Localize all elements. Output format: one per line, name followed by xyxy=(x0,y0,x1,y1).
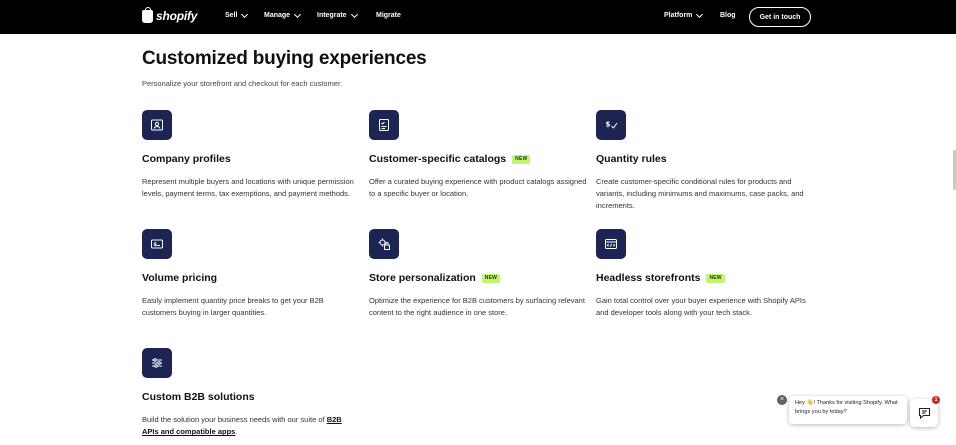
nav-item-label: Integrate xyxy=(317,12,347,19)
code-window-icon xyxy=(596,229,626,259)
feature-description: Easily implement quantity price breaks t… xyxy=(142,296,324,318)
description-text: Build the solution your business needs w… xyxy=(142,415,327,424)
nav-item-manage[interactable]: Manage xyxy=(264,10,302,19)
feature-headless-storefronts: Headless storefronts NEW Gain total cont… xyxy=(596,229,821,317)
new-badge: NEW xyxy=(512,154,531,164)
nav-item-migrate[interactable]: Migrate xyxy=(376,12,401,19)
page-subtitle: Personalize your storefront and checkout… xyxy=(142,79,343,88)
dollar-check-icon: $ xyxy=(596,110,626,140)
chat-icon xyxy=(918,407,930,419)
catalog-icon xyxy=(369,110,399,140)
feature-title-row: Quantity rules xyxy=(596,153,667,165)
feature-quantity-rules: $ Quantity rules Create customer-specifi… xyxy=(596,110,821,210)
chat-prompt-message: Hey 👋! Thanks for visiting Shopify. What… xyxy=(795,400,898,415)
logo-wordmark: shopify xyxy=(156,9,198,23)
feature-title-row: Customer-specific catalogs NEW xyxy=(369,153,531,165)
feature-title: Store personalization xyxy=(369,272,476,284)
feature-title-row: Volume pricing xyxy=(142,272,217,284)
nav-item-label: Manage xyxy=(264,12,291,19)
nav-item-label: Sell xyxy=(225,12,238,19)
feature-title: Company profiles xyxy=(142,153,231,165)
chat-prompt-bubble[interactable]: Hey 👋! Thanks for visiting Shopify. What… xyxy=(789,396,907,424)
svg-text:$: $ xyxy=(153,242,157,248)
feature-title: Quantity rules xyxy=(596,153,667,165)
feature-description: Offer a curated buying experience with p… xyxy=(369,177,587,199)
feature-store-personalization: Store personalization NEW Optimize the e… xyxy=(369,229,594,317)
feature-description: Create customer-specific conditional rul… xyxy=(596,177,804,211)
feature-title-row: Company profiles xyxy=(142,153,231,165)
shopping-bag-icon xyxy=(142,6,153,23)
personalization-icon xyxy=(369,229,399,259)
nav-item-label: Blog xyxy=(720,12,736,19)
sliders-icon xyxy=(142,348,172,378)
nav-item-platform[interactable]: Platform xyxy=(664,10,704,19)
feature-title: Headless storefronts xyxy=(596,272,701,284)
feature-title: Custom B2B solutions xyxy=(142,391,255,403)
chevron-down-icon xyxy=(241,10,249,18)
feature-title-row: Custom B2B solutions xyxy=(142,391,255,403)
chevron-down-icon xyxy=(294,10,302,18)
svg-text:$: $ xyxy=(606,121,611,129)
feature-title: Volume pricing xyxy=(142,272,218,284)
nav-item-sell[interactable]: Sell xyxy=(225,10,249,19)
page-title: Customized buying experiences xyxy=(142,48,427,69)
top-navigation-bar: shopify Sell Manage Integrate Migrate Pl… xyxy=(0,0,956,34)
feature-customer-specific-catalogs: Customer-specific catalogs NEW Offer a c… xyxy=(369,110,594,198)
new-badge: NEW xyxy=(481,273,501,283)
shopify-logo[interactable]: shopify xyxy=(142,6,198,23)
feature-company-profiles: Company profiles Represent multiple buye… xyxy=(142,110,367,198)
description-text: . xyxy=(235,427,238,437)
feature-custom-b2b-solutions: Custom B2B solutions Build the solution … xyxy=(142,348,367,436)
feature-description: Optimize the experience for B2B customer… xyxy=(369,296,585,318)
feature-description: Represent multiple buyers and locations … xyxy=(142,177,354,199)
feature-title-row: Store personalization NEW xyxy=(369,272,501,284)
chevron-down-icon xyxy=(696,10,704,18)
feature-title: Customer-specific catalogs xyxy=(369,153,507,165)
price-tag-icon: $ xyxy=(142,229,172,259)
feature-volume-pricing: $ Volume pricing Easily implement quanti… xyxy=(142,229,367,317)
nav-item-blog[interactable]: Blog xyxy=(720,12,736,19)
get-in-touch-button[interactable]: Get in touch xyxy=(749,7,811,27)
feature-description: Gain total control over your buyer exper… xyxy=(596,296,806,318)
new-badge: NEW xyxy=(706,273,725,283)
feature-title-row: Headless storefronts NEW xyxy=(596,272,725,284)
feature-description: Build the solution your business needs w… xyxy=(142,414,360,438)
nav-item-integrate[interactable]: Integrate xyxy=(317,10,358,19)
close-chat-prompt-button[interactable]: × xyxy=(777,395,787,405)
unread-count-badge: 1 xyxy=(932,396,940,404)
nav-item-label: Platform xyxy=(664,12,693,19)
chevron-down-icon xyxy=(350,10,358,18)
nav-item-label: Migrate xyxy=(376,12,401,19)
id-card-icon xyxy=(142,110,172,140)
